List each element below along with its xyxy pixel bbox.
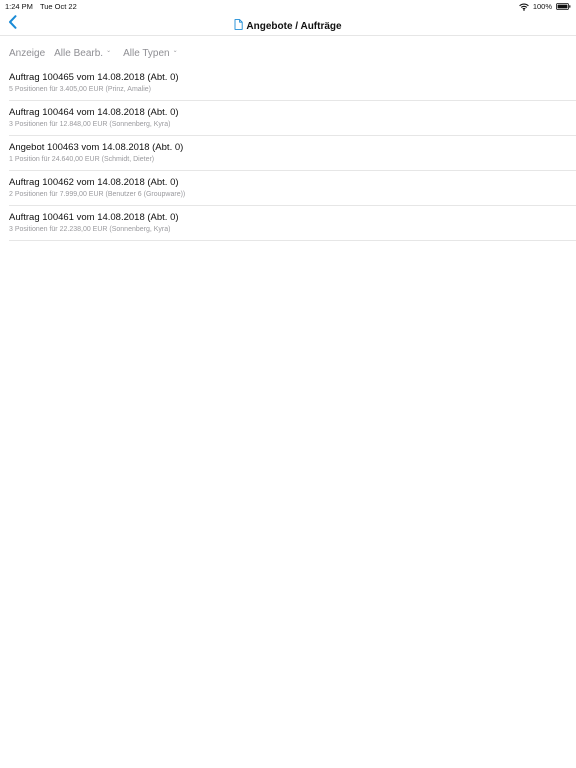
status-right: 100% bbox=[519, 2, 571, 11]
status-bar: 1:24 PM Tue Oct 22 100% bbox=[0, 0, 576, 12]
status-left: 1:24 PM Tue Oct 22 bbox=[5, 2, 77, 11]
document-icon bbox=[234, 17, 244, 35]
order-subtitle: 1 Position für 24.640,00 EUR (Schmidt, D… bbox=[9, 156, 155, 163]
order-list: Auftrag 100465 vom 14.08.2018 (Abt. 0) 5… bbox=[9, 66, 576, 241]
editor-filter-dropdown[interactable]: Alle Bearb. ⌄ bbox=[54, 48, 111, 59]
filter-label: Anzeige bbox=[9, 47, 46, 59]
order-subtitle: 2 Positionen für 7.999,00 EUR (Benutzer … bbox=[9, 191, 186, 198]
order-title: Auftrag 100462 vom 14.08.2018 (Abt. 0) bbox=[9, 177, 179, 188]
list-item[interactable]: Auftrag 100464 vom 14.08.2018 (Abt. 0) 3… bbox=[9, 101, 576, 136]
order-subtitle: 5 Positionen für 3.405,00 EUR (Prinz, Am… bbox=[9, 86, 152, 93]
status-time: 1:24 PM bbox=[5, 2, 33, 11]
editor-filter-value: Alle Bearb. bbox=[54, 47, 104, 59]
order-title: Auftrag 100461 vom 14.08.2018 (Abt. 0) bbox=[9, 212, 179, 223]
wifi-icon bbox=[519, 3, 529, 11]
chevron-down-icon: ⌄ bbox=[106, 47, 112, 54]
battery-percent: 100% bbox=[532, 2, 552, 11]
order-title: Angebot 100463 vom 14.08.2018 (Abt. 0) bbox=[9, 142, 184, 153]
order-title: Auftrag 100465 vom 14.08.2018 (Abt. 0) bbox=[9, 72, 179, 83]
list-item[interactable]: Auftrag 100461 vom 14.08.2018 (Abt. 0) 3… bbox=[9, 206, 576, 241]
order-subtitle: 3 Positionen für 12.848,00 EUR (Sonnenbe… bbox=[9, 121, 171, 128]
type-filter-value: Alle Typen bbox=[123, 47, 170, 59]
status-date: Tue Oct 22 bbox=[39, 2, 77, 11]
page-title: Angebote / Aufträge bbox=[246, 20, 342, 32]
order-subtitle: 3 Positionen für 22.238,00 EUR (Sonnenbe… bbox=[9, 226, 171, 233]
chevron-down-icon: ⌄ bbox=[172, 47, 178, 54]
battery-icon bbox=[556, 3, 571, 10]
order-title: Auftrag 100464 vom 14.08.2018 (Abt. 0) bbox=[9, 107, 179, 118]
list-item[interactable]: Angebot 100463 vom 14.08.2018 (Abt. 0) 1… bbox=[9, 136, 576, 171]
list-item[interactable]: Auftrag 100465 vom 14.08.2018 (Abt. 0) 5… bbox=[9, 66, 576, 101]
nav-title-group: Angebote / Aufträge bbox=[0, 17, 576, 35]
navigation-bar: Angebote / Aufträge bbox=[0, 12, 576, 36]
type-filter-dropdown[interactable]: Alle Typen ⌄ bbox=[123, 48, 178, 59]
list-item[interactable]: Auftrag 100462 vom 14.08.2018 (Abt. 0) 2… bbox=[9, 171, 576, 206]
filter-bar: Anzeige Alle Bearb. ⌄ Alle Typen ⌄ bbox=[9, 46, 190, 60]
